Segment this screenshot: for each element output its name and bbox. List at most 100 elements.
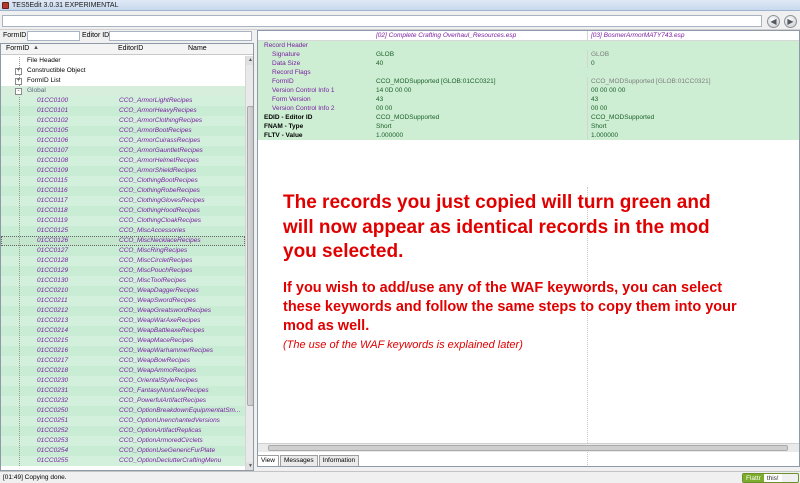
tree-scrollbar[interactable]: ▲ ▼ <box>245 56 253 470</box>
tree-record-row[interactable]: 01CC0216 CCO_WeapWarhammerRecipes <box>1 346 245 356</box>
tree-group-row[interactable]: + FormID List <box>1 76 245 86</box>
tree-record-row[interactable]: 01CC0254 CCO_OptionUseGenericFurPlate <box>1 446 245 456</box>
field-value-plugin-02[interactable]: 14 0D 00 00 <box>376 86 586 95</box>
record-formid: 01CC0101 <box>37 107 69 114</box>
tree-record-row[interactable]: 01CC0255 CCO_OptionDeclutterCraftingMenu <box>1 456 245 466</box>
forward-button[interactable]: ▶ <box>784 15 797 28</box>
tree-record-row[interactable]: 01CC0118 CCO_ClothingHoodRecipes <box>1 206 245 216</box>
field-value-plugin-02[interactable]: GLOB <box>376 50 586 59</box>
tree-record-row[interactable]: 01CC0101 CCO_ArmorHeavyRecipes <box>1 106 245 116</box>
field-value-plugin-02[interactable]: 43 <box>376 95 586 104</box>
tree-record-row[interactable]: 01CC0252 CCO_OptionArtifactReplicas <box>1 426 245 436</box>
tree-record-row[interactable]: 01CC0215 CCO_WeapMaceRecipes <box>1 336 245 346</box>
tes5edit-window: TES5Edit 3.0.31 EXPERIMENTAL ◀ ▶ FormID … <box>0 0 800 483</box>
tree-record-row[interactable]: 01CC0116 CCO_ClothingRobeRecipes <box>1 186 245 196</box>
scroll-thumb[interactable] <box>247 106 253 406</box>
record-field-row[interactable]: Version Control Info 2 00 00 00 00 <box>258 104 799 113</box>
field-value-plugin-02[interactable]: CCO_MODSupported <box>376 113 586 122</box>
tab-messages[interactable]: Messages <box>279 455 318 466</box>
tree-record-row[interactable]: 01CC0117 CCO_ClothingGlovesRecipes <box>1 196 245 206</box>
tree-record-row[interactable]: 01CC0213 CCO_WeapWarAxeRecipes <box>1 316 245 326</box>
field-value-plugin-03[interactable]: 0 <box>587 59 799 68</box>
scroll-up-icon[interactable]: ▲ <box>246 56 253 65</box>
tree-record-row[interactable]: 01CC0126 CCO_MiscNecklaceRecipes <box>1 236 245 246</box>
tree-record-row[interactable]: 01CC0106 CCO_ArmorCuirassRecipes <box>1 136 245 146</box>
tree-record-row[interactable]: 01CC0232 CCO_PowerfulArtifactRecipes <box>1 396 245 406</box>
record-field-row[interactable]: Record Flags <box>258 68 799 77</box>
plugin-column-header[interactable]: [02] Complete Crafting Overhaul_Resource… <box>376 31 586 41</box>
tree-record-row[interactable]: 01CC0129 CCO_MiscPouchRecipes <box>1 266 245 276</box>
tree-record-row[interactable]: 01CC0130 CCO_MiscToolRecipes <box>1 276 245 286</box>
record-field-row[interactable]: Version Control Info 1 14 0D 00 00 00 00 0… <box>258 86 799 95</box>
tree-record-row[interactable]: 01CC0128 CCO_MiscCircletRecipes <box>1 256 245 266</box>
field-value-plugin-02[interactable]: 40 <box>376 59 586 68</box>
header-editorid[interactable]: EditorID <box>118 45 143 52</box>
header-formid[interactable]: FormID <box>6 45 29 52</box>
tab-view[interactable]: View <box>257 455 279 466</box>
record-formid: 01CC0215 <box>37 337 69 344</box>
formid-filter-input[interactable] <box>27 31 80 41</box>
record-field-row[interactable]: FLTV - Value 1.000000 1.000000 <box>258 131 799 140</box>
tree-record-row[interactable]: 01CC0107 CCO_ArmorGauntletRecipes <box>1 146 245 156</box>
tree-group-global[interactable]: - Global <box>1 86 245 96</box>
field-value-plugin-02[interactable]: Short <box>376 122 586 131</box>
field-value-plugin-03[interactable]: CCO_MODSupported <box>587 113 799 122</box>
tree-record-row[interactable]: 01CC0253 CCO_OptionArmoredCirclets <box>1 436 245 446</box>
field-value-plugin-02[interactable]: 00 00 <box>376 104 586 113</box>
scroll-down-icon[interactable]: ▼ <box>246 462 253 470</box>
field-value-plugin-03[interactable]: CCO_MODSupported [GLOB:01CC0321] <box>587 77 799 86</box>
tree-record-row[interactable]: 01CC0217 CCO_WeapBowRecipes <box>1 356 245 366</box>
record-field-row[interactable]: FNAM - Type Short Short <box>258 122 799 131</box>
field-value-plugin-02[interactable]: 1.000000 <box>376 131 586 140</box>
tree-record-row[interactable]: 01CC0102 CCO_ArmorClothingRecipes <box>1 116 245 126</box>
editorid-filter-input[interactable] <box>109 31 252 41</box>
tree-line <box>19 347 20 356</box>
tree-record-row[interactable]: 01CC0218 CCO_WeapAmmoRecipes <box>1 366 245 376</box>
horizontal-scrollbar[interactable] <box>258 443 799 452</box>
collapse-icon[interactable]: - <box>15 88 22 95</box>
tree-record-row[interactable]: 01CC0211 CCO_WeapSwordRecipes <box>1 296 245 306</box>
view-tabs: View Messages Information <box>257 455 800 467</box>
field-value-plugin-03[interactable]: 00 00 00 00 <box>587 86 799 95</box>
tree-record-row[interactable]: 01CC0109 CCO_ArmorShieldRecipes <box>1 166 245 176</box>
expand-icon[interactable]: + <box>15 78 22 85</box>
back-button[interactable]: ◀ <box>767 15 780 28</box>
record-formid: 01CC0100 <box>37 97 69 104</box>
record-field-row[interactable]: EDID - Editor ID CCO_MODSupported CCO_MODS… <box>258 113 799 122</box>
tree-record-row[interactable]: 01CC0125 CCO_MiscAccessories <box>1 226 245 236</box>
field-value-plugin-02[interactable]: CCO_MODSupported [GLOB:01CC0321] <box>376 77 586 86</box>
tree-record-row[interactable]: 01CC0100 CCO_ArmorLightRecipes <box>1 96 245 106</box>
field-value-plugin-03[interactable]: 1.000000 <box>587 131 799 140</box>
tree-record-row[interactable]: 01CC0119 CCO_ClothingCloakRecipes <box>1 216 245 226</box>
record-field-row[interactable]: Signature GLOB GLOB <box>258 50 799 59</box>
search-input[interactable] <box>2 15 762 27</box>
header-name[interactable]: Name <box>188 45 207 52</box>
plugin-column-header[interactable]: [03] BosmerArmorMATY743.esp <box>587 31 799 41</box>
record-field-row[interactable]: Form Version 43 43 <box>258 95 799 104</box>
record-field-row[interactable]: FormID CCO_MODSupported [GLOB:01CC0321] CC… <box>258 77 799 86</box>
tree-record-row[interactable]: 01CC0230 CCO_OrientalStyleRecipes <box>1 376 245 386</box>
flattr-button[interactable]: Flattr this! <box>742 473 799 483</box>
hscroll-thumb[interactable] <box>268 445 788 451</box>
tree-record-row[interactable]: 01CC0210 CCO_WeapDaggerRecipes <box>1 286 245 296</box>
tab-information[interactable]: Information <box>318 455 360 466</box>
expand-icon[interactable]: + <box>15 68 22 75</box>
field-value-plugin-03[interactable]: Short <box>587 122 799 131</box>
tree-record-row[interactable]: 01CC0127 CCO_MiscRingRecipes <box>1 246 245 256</box>
tree-record-row[interactable]: 01CC0212 CCO_WeapGreatswordRecipes <box>1 306 245 316</box>
tree-group-row[interactable]: + Constructible Object <box>1 66 245 76</box>
record-field-row[interactable]: Data Size 40 0 <box>258 59 799 68</box>
tree-record-row[interactable]: 01CC0231 CCO_FantasyNonLoreRecipes <box>1 386 245 396</box>
tree-record-row[interactable]: 01CC0115 CCO_ClothingBootRecipes <box>1 176 245 186</box>
tree-record-row[interactable]: 01CC0108 CCO_ArmorHelmetRecipes <box>1 156 245 166</box>
field-value-plugin-03[interactable]: GLOB <box>587 50 799 59</box>
tree-record-row[interactable]: 01CC0251 CCO_OptionUnenchantedVersions <box>1 416 245 426</box>
tree-record-row[interactable]: 01CC0214 CCO_WeapBattleaxeRecipes <box>1 326 245 336</box>
tree-record-row[interactable]: 01CC0105 CCO_ArmorBootRecipes <box>1 126 245 136</box>
tree-group-row[interactable]: File Header <box>1 56 245 66</box>
record-editorid: CCO_OptionArmoredCirclets <box>119 437 203 444</box>
field-value-plugin-03[interactable]: 00 00 <box>587 104 799 113</box>
tree-record-row[interactable]: 01CC0250 CCO_OptionBreakdownEquipmentatSm… <box>1 406 245 416</box>
record-field-row[interactable]: Record Header <box>258 41 799 50</box>
field-value-plugin-03[interactable]: 43 <box>587 95 799 104</box>
